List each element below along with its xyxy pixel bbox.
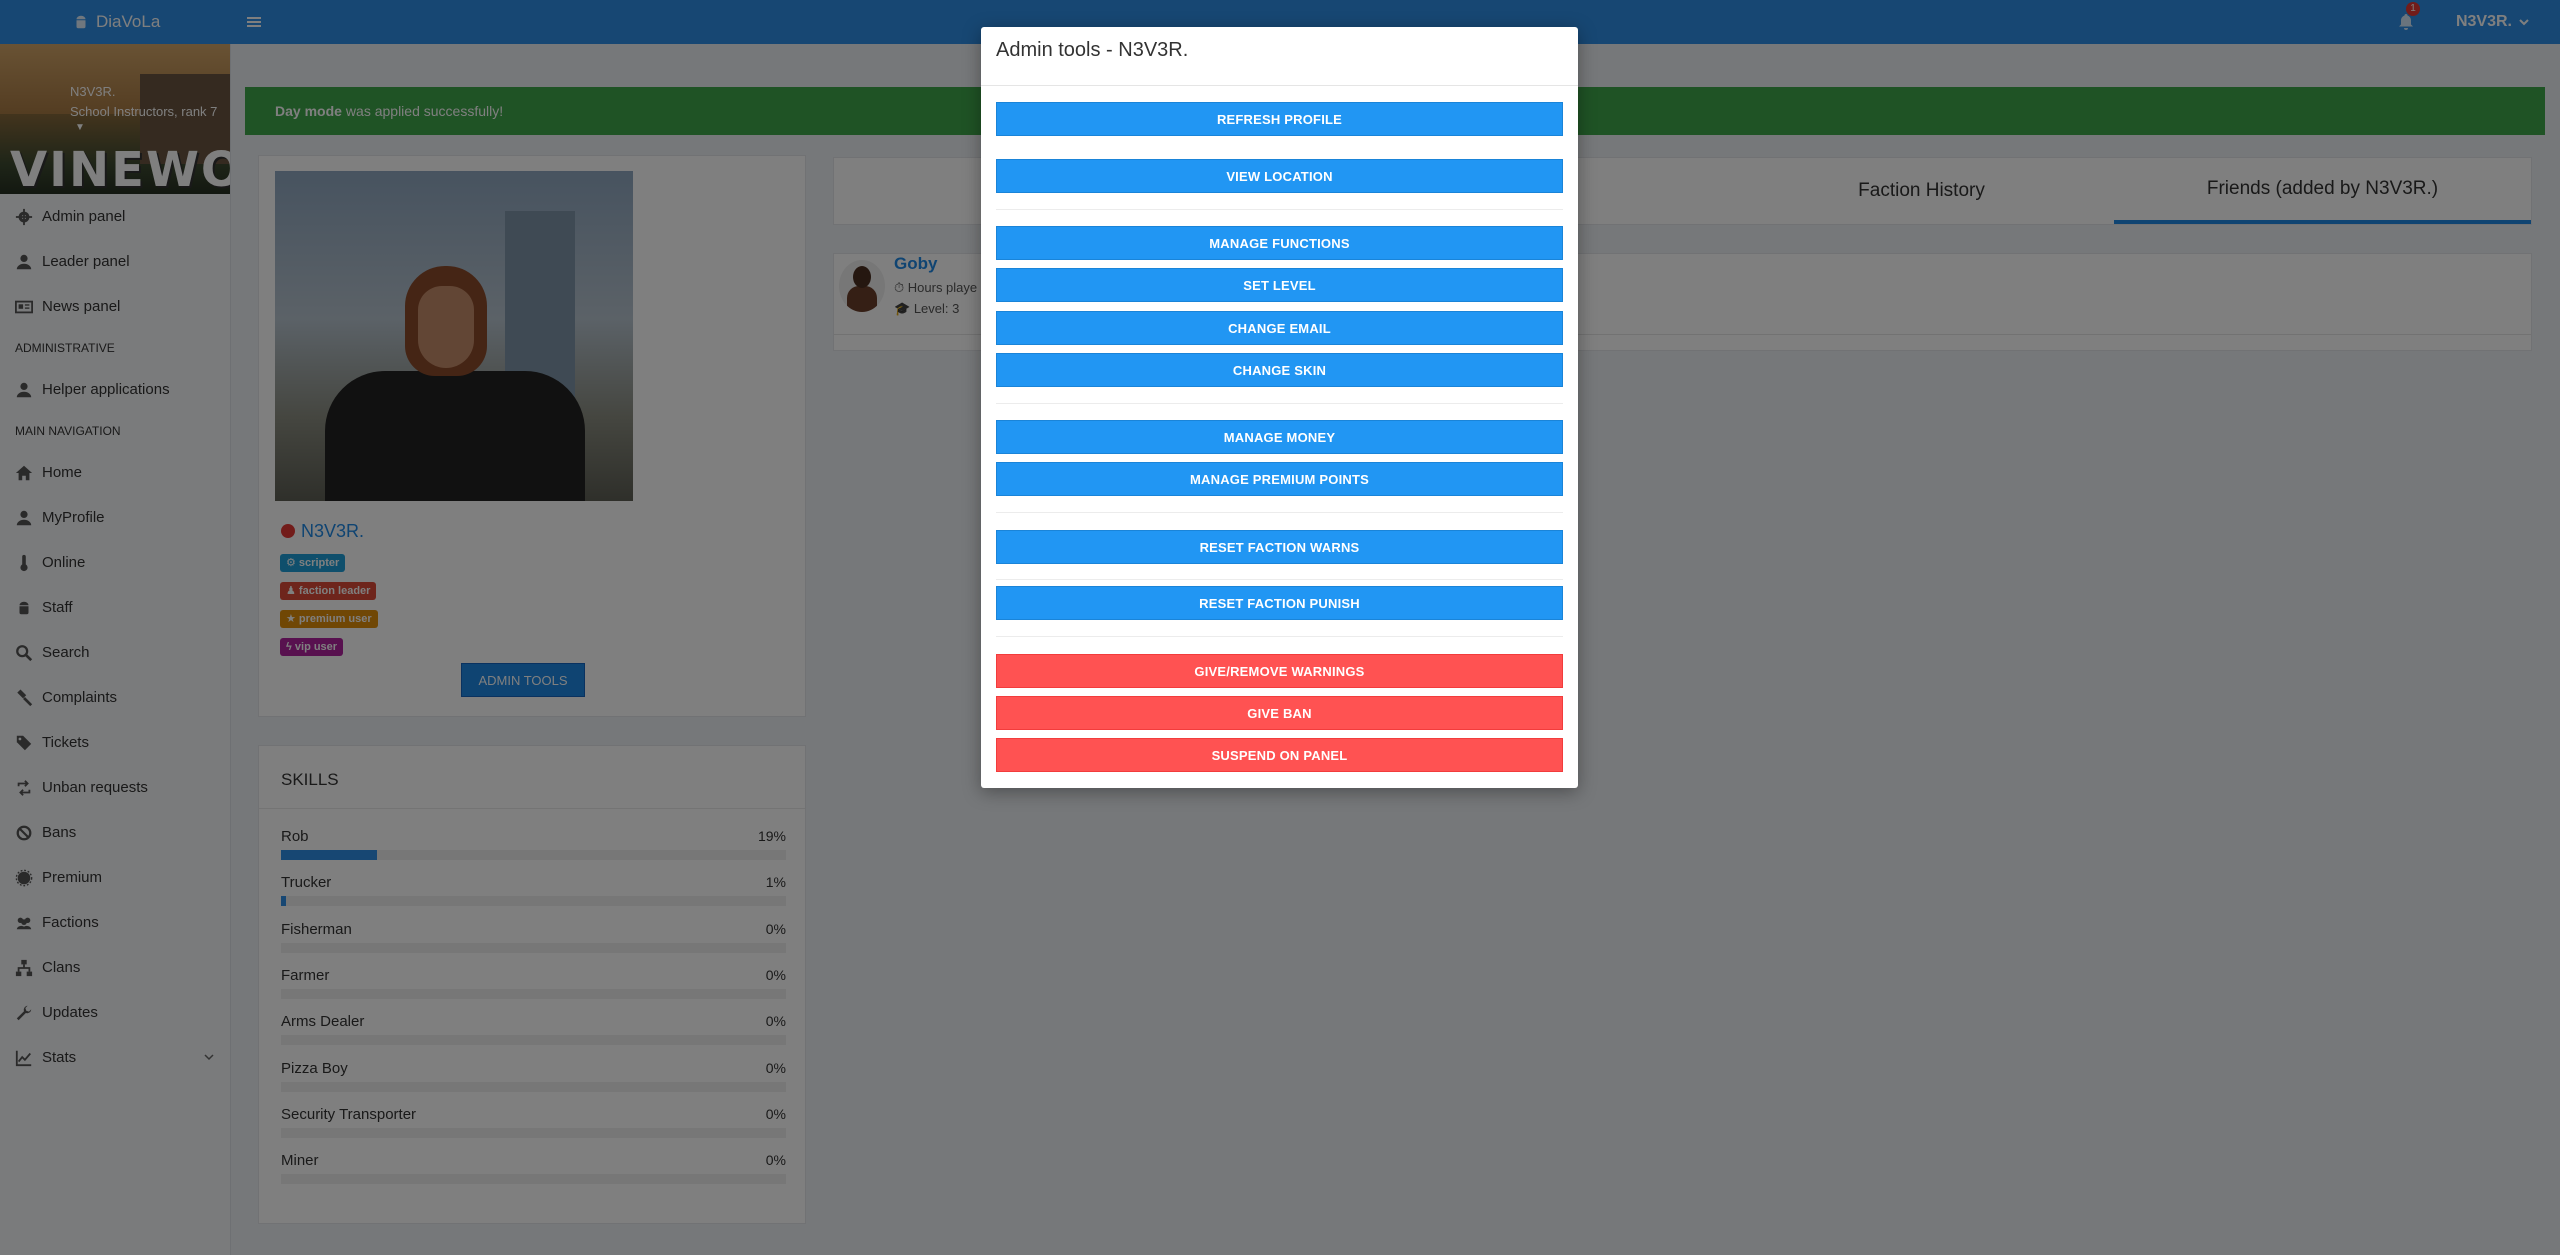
modal-title: Admin tools - N3V3R. xyxy=(996,39,1189,61)
suspend-on-panel-button[interactable]: SUSPEND ON PANEL xyxy=(996,738,1563,772)
manage-functions-button[interactable]: MANAGE FUNCTIONS xyxy=(996,226,1563,260)
admin-tools-modal: Admin tools - N3V3R. REFRESH PROFILE VIE… xyxy=(981,27,1578,788)
refresh-profile-button[interactable]: REFRESH PROFILE xyxy=(996,102,1563,136)
manage-money-button[interactable]: MANAGE MONEY xyxy=(996,420,1563,454)
change-email-button[interactable]: CHANGE EMAIL xyxy=(996,311,1563,345)
reset-faction-warns-button[interactable]: RESET FACTION WARNS xyxy=(996,530,1563,564)
give-ban-button[interactable]: GIVE BAN xyxy=(996,696,1563,730)
reset-faction-punish-button[interactable]: RESET FACTION PUNISH xyxy=(996,586,1563,620)
change-skin-button[interactable]: CHANGE SKIN xyxy=(996,353,1563,387)
set-level-button[interactable]: SET LEVEL xyxy=(996,268,1563,302)
view-location-button[interactable]: VIEW LOCATION xyxy=(996,159,1563,193)
manage-premium-points-button[interactable]: MANAGE PREMIUM POINTS xyxy=(996,462,1563,496)
give-remove-warnings-button[interactable]: GIVE/REMOVE WARNINGS xyxy=(996,654,1563,688)
